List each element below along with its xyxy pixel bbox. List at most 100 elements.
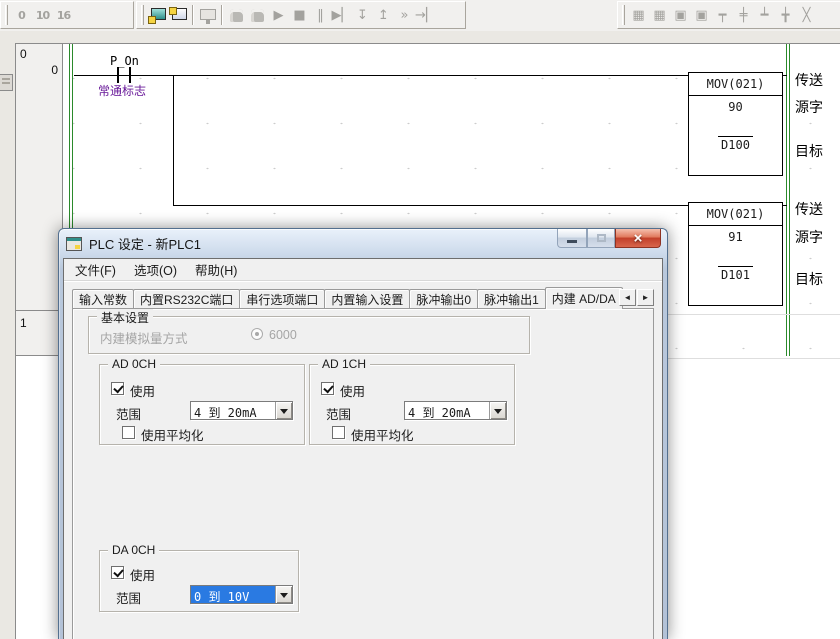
tab-serial-option[interactable]: 串行选项端口 (239, 289, 325, 308)
program-icon[interactable]: ▣ (691, 4, 712, 26)
stop-icon[interactable]: ■ (289, 4, 310, 26)
ad0-use-checkbox[interactable] (111, 382, 124, 395)
tab-scroll-right-button[interactable]: ► (637, 289, 654, 306)
dropdown-arrow-button[interactable] (275, 586, 292, 603)
tab-builtin-input[interactable]: 内置输入设置 (324, 289, 410, 308)
monitor-hex-icon[interactable]: 16 (53, 4, 74, 26)
ad0-averaging-label: 使用平均化 (141, 425, 204, 444)
scan-run-icon[interactable]: →▏ (415, 4, 436, 26)
toolbar: 0 10 16 ▶ ■ ‖ ▶▏ ↧ ↥ » →▏ (0, 0, 840, 31)
operand-note: 传送 (795, 70, 823, 90)
branch-wire (173, 75, 174, 206)
coil-icon[interactable]: ┷ (754, 4, 775, 26)
ad0-range-value: 4 到 20mA (191, 402, 275, 419)
mov-instruction-block[interactable]: MOV(021) 90 D100 (688, 72, 783, 176)
tab-input-constant[interactable]: 输入常数 (72, 289, 134, 308)
monitor-mode-icon[interactable] (197, 4, 218, 26)
memory-icon[interactable]: ▦ (649, 4, 670, 26)
toolbar-grip[interactable] (141, 5, 144, 25)
contact-comment: 常通标志 (98, 82, 146, 99)
tab-builtin-rs232c[interactable]: 内置RS232C端口 (133, 289, 240, 308)
contact-icon[interactable]: ┯ (712, 4, 733, 26)
tab-strip: 输入常数 内置RS232C端口 串行选项端口 内置输入设置 脉冲输出0 脉冲输出… (72, 286, 622, 308)
rung-number: 0 (20, 47, 27, 61)
dropdown-arrow-button[interactable] (489, 402, 506, 419)
menu-options[interactable]: 选项(O) (125, 258, 186, 281)
tab-scroll-left-button[interactable]: ◄ (619, 289, 636, 306)
work-online-icon[interactable] (147, 4, 168, 26)
close-button[interactable]: × (615, 229, 661, 248)
pause-icon[interactable]: ‖ (310, 4, 331, 26)
rung-step-number: 0 (51, 63, 58, 77)
tab-pulse-output1[interactable]: 脉冲输出1 (477, 289, 546, 308)
toolbar-monitor-group: 0 10 16 (0, 1, 134, 29)
ad0-range-combo[interactable]: 4 到 20mA (190, 401, 293, 420)
step-into-icon[interactable]: ↧ (352, 4, 373, 26)
toolbar-grip[interactable] (622, 5, 625, 25)
screen-art (200, 9, 216, 20)
monitor-binary-icon[interactable]: 0 (11, 4, 32, 26)
group-legend: AD 1CH (318, 357, 370, 371)
ad1-range-combo[interactable]: 4 到 20mA (404, 401, 507, 420)
tab-builtin-adda[interactable]: 内建 AD/DA (545, 287, 623, 309)
instruction-icon[interactable]: ╳ (796, 4, 817, 26)
continuous-step-icon[interactable]: » (394, 4, 415, 26)
ad1-averaging-checkbox[interactable] (332, 426, 345, 439)
destination-operand[interactable]: D101 (689, 268, 782, 282)
operand-note: 源字 (795, 97, 823, 117)
menu-help[interactable]: 帮助(H) (186, 258, 246, 281)
dialog-title: PLC 设定 - 新PLC1 (89, 234, 201, 253)
settings-icon[interactable]: ▣ (670, 4, 691, 26)
da0-use-label: 使用 (130, 565, 155, 584)
work-online-art (148, 7, 168, 24)
operand-note: 目标 (795, 269, 823, 289)
da0-range-combo[interactable]: 0 到 10V (190, 585, 293, 604)
minimize-button[interactable] (557, 229, 587, 248)
da0-use-checkbox[interactable] (111, 566, 124, 579)
tab-pulse-output0[interactable]: 脉冲输出0 (409, 289, 478, 308)
pause-monitor-icon[interactable] (226, 4, 247, 26)
menu-file[interactable]: 文件(F) (66, 258, 125, 281)
contact-not-icon[interactable]: ╪ (733, 4, 754, 26)
toolbar-grip[interactable] (5, 5, 8, 25)
dialog-titlebar[interactable]: PLC 设定 - 新PLC1 × (63, 229, 663, 258)
run-icon[interactable]: ▶ (268, 4, 289, 26)
rung1-margin-cell[interactable]: 1 (16, 311, 63, 356)
mov-instruction-block[interactable]: MOV(021) 91 D101 (688, 202, 783, 306)
rung0-margin-cell[interactable]: 0 0 (16, 44, 63, 311)
analog-mode-value: 6000 (269, 328, 297, 342)
operand-note: 目标 (795, 141, 823, 161)
io-table-icon[interactable]: ▦ (628, 4, 649, 26)
source-operand[interactable]: 91 (689, 230, 782, 244)
ad0-range-label: 范围 (116, 404, 141, 423)
right-bus-bar (786, 44, 790, 356)
online-simulator-icon[interactable] (168, 4, 189, 26)
ad1-use-checkbox[interactable] (321, 382, 334, 395)
contact-label[interactable]: P_On (110, 54, 139, 68)
chevron-down-icon (280, 593, 288, 602)
ad1-range-label: 范围 (326, 404, 351, 423)
maximize-button[interactable] (587, 229, 615, 248)
step-run-icon[interactable]: ▶▏ (331, 4, 352, 26)
instruction-title: MOV(021) (689, 73, 782, 96)
dropdown-arrow-button[interactable] (275, 402, 292, 419)
ad1-averaging-label: 使用平均化 (351, 425, 414, 444)
group-legend: DA 0CH (108, 543, 159, 557)
caption-buttons: × (557, 229, 661, 248)
ad1-range-value: 4 到 20mA (405, 402, 489, 419)
group-legend: AD 0CH (108, 357, 160, 371)
ad0-use-label: 使用 (130, 381, 155, 400)
coil-not-icon[interactable]: ╈ (775, 4, 796, 26)
operand-note: 源字 (795, 227, 823, 247)
ad0-averaging-checkbox[interactable] (122, 426, 135, 439)
trigger-pause-icon[interactable] (247, 4, 268, 26)
simulator-art (169, 7, 189, 24)
source-operand[interactable]: 90 (689, 100, 782, 114)
da0-group: DA 0CH 使用 范围 0 到 10V (99, 550, 299, 612)
destination-operand[interactable]: D100 (689, 138, 782, 152)
step-out-icon[interactable]: ↥ (373, 4, 394, 26)
monitor-decimal-icon[interactable]: 10 (32, 4, 53, 26)
output-wire (783, 75, 787, 76)
application-window: 0 10 16 ▶ ■ ‖ ▶▏ ↧ ↥ » →▏ (0, 0, 840, 639)
analog-mode-label: 内建模拟量方式 (100, 328, 188, 347)
